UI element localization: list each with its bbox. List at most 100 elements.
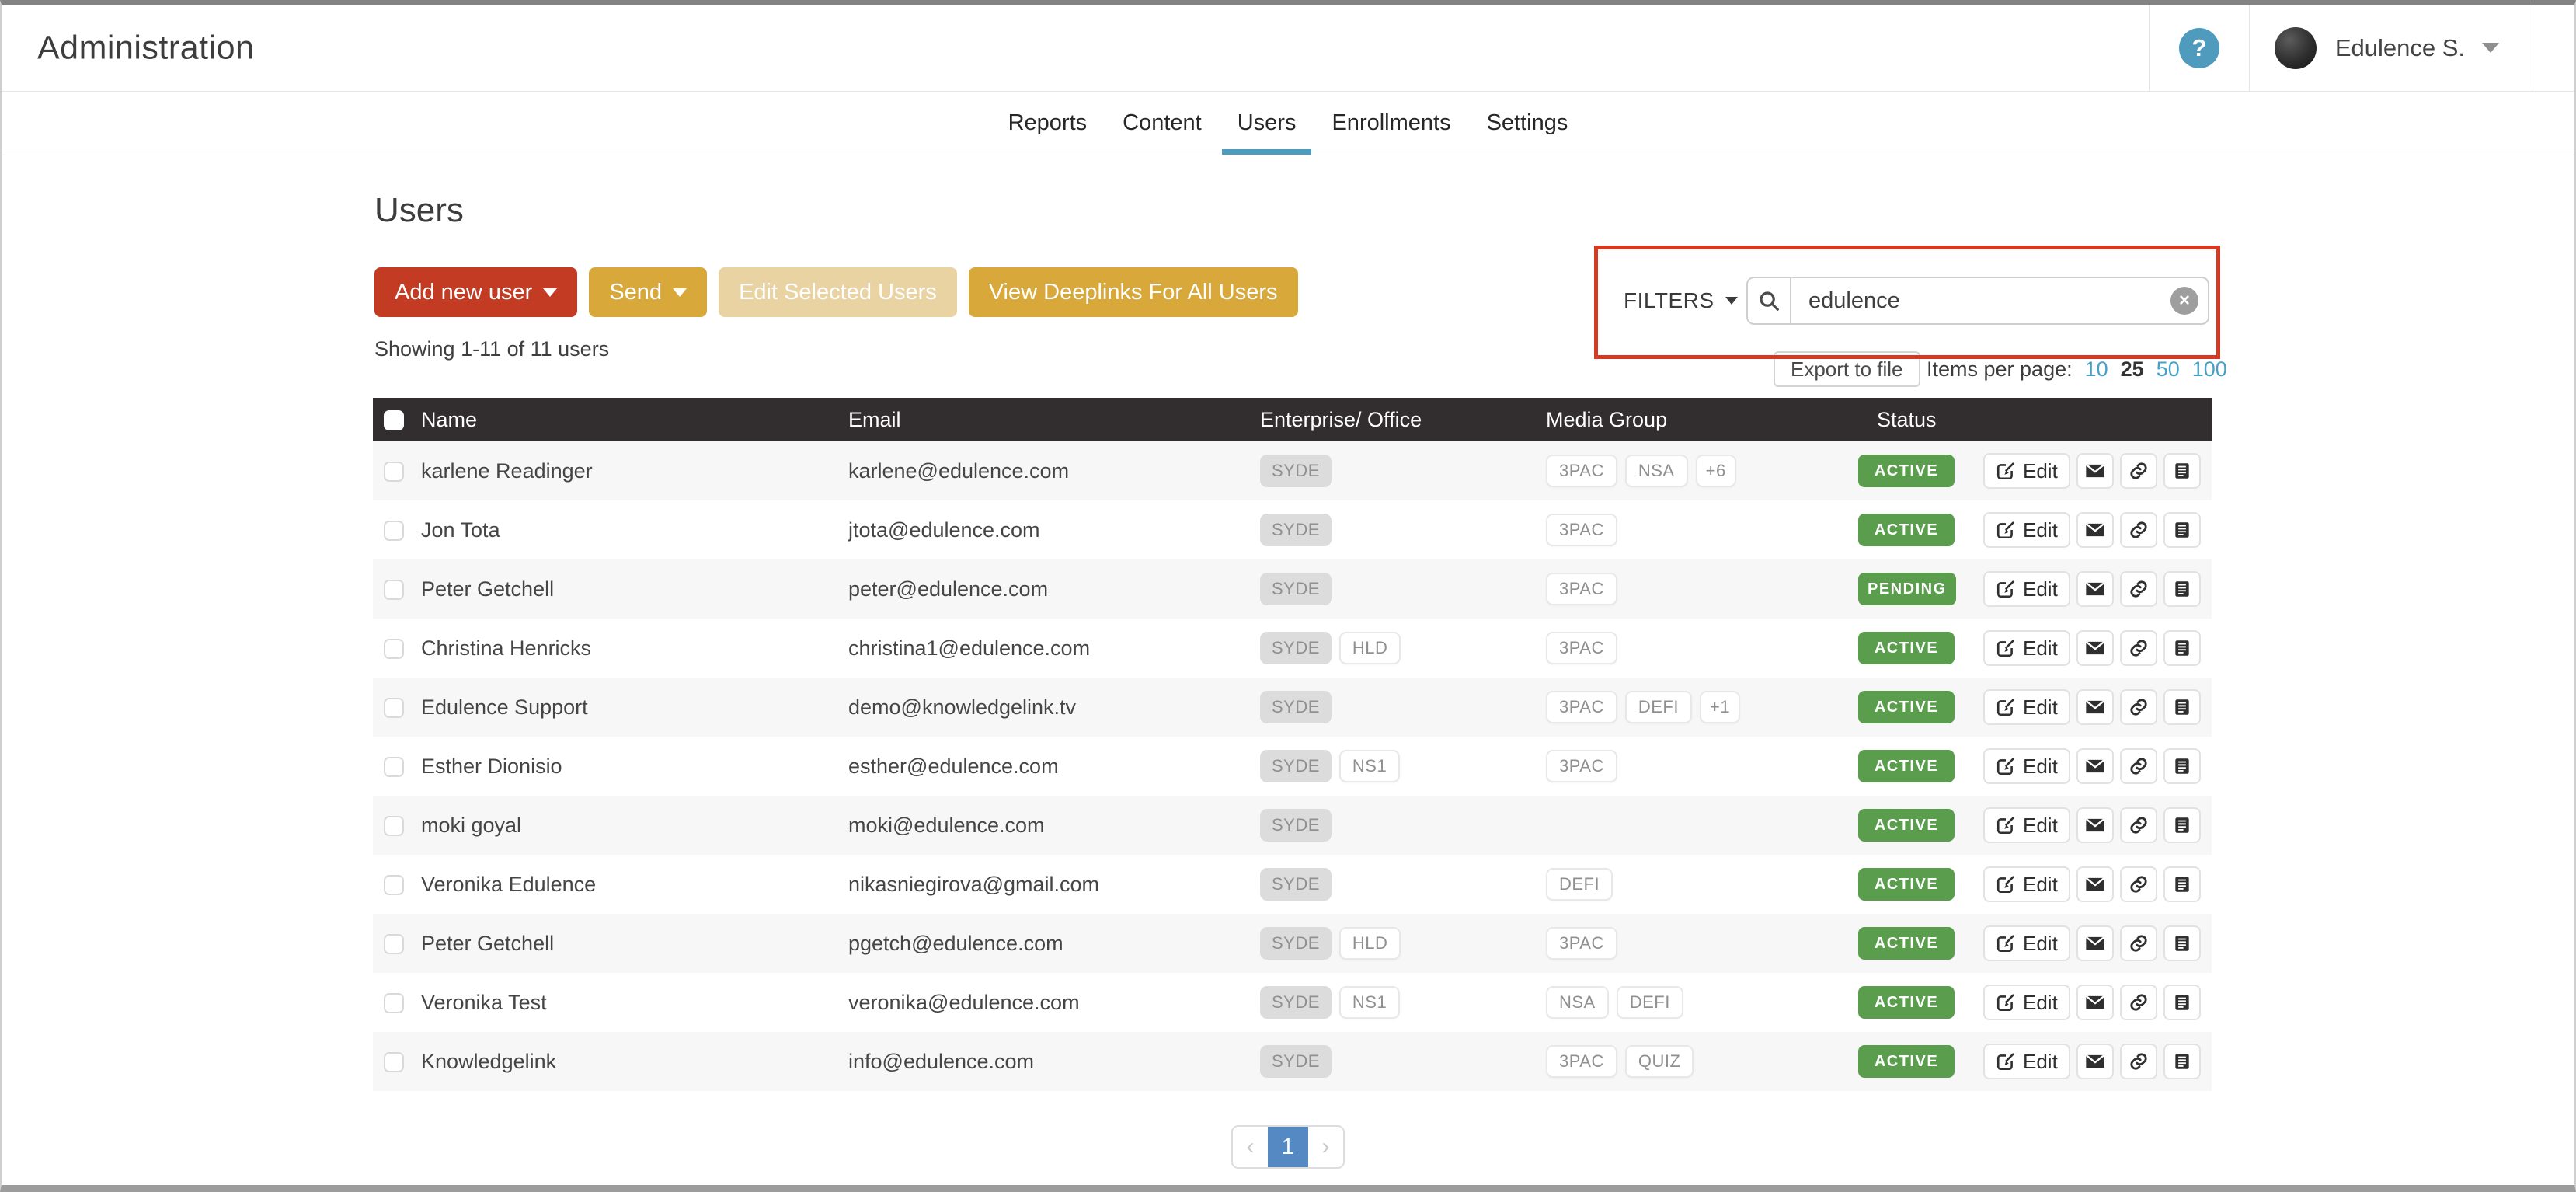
list-icon (2172, 697, 2192, 717)
row-checkbox[interactable] (384, 639, 404, 659)
deeplink-button[interactable] (2120, 925, 2157, 961)
edit-button[interactable]: Edit (1983, 453, 2070, 489)
select-all-checkbox[interactable] (384, 410, 404, 430)
tab-enrollments[interactable]: Enrollments (1316, 92, 1466, 155)
search-input[interactable] (1791, 278, 2208, 323)
email-user-button[interactable] (2076, 453, 2114, 489)
edit-button[interactable]: Edit (1983, 985, 2070, 1020)
user-email: demo@knowledgelink.tv (848, 695, 1260, 720)
email-user-button[interactable] (2076, 985, 2114, 1020)
row-checkbox[interactable] (384, 1052, 404, 1072)
row-checkbox[interactable] (384, 993, 404, 1013)
user-menu[interactable]: Edulence S. (2250, 5, 2532, 91)
row-checkbox[interactable] (384, 816, 404, 836)
clear-search-button[interactable]: ✕ (2170, 287, 2198, 315)
edit-button[interactable]: Edit (1983, 866, 2070, 902)
table-row: moki goyal moki@edulence.com SYDE ACTIVE… (373, 796, 2212, 855)
status-badge: ACTIVE (1858, 455, 1955, 487)
user-details-button[interactable] (2163, 571, 2201, 607)
user-details-button[interactable] (2163, 985, 2201, 1020)
email-user-button[interactable] (2076, 748, 2114, 784)
deeplink-button[interactable] (2120, 571, 2157, 607)
user-email: moki@edulence.com (848, 814, 1260, 838)
filters-dropdown[interactable]: FILTERS (1624, 277, 1738, 325)
deeplink-button[interactable] (2120, 866, 2157, 902)
edit-label: Edit (2023, 755, 2058, 779)
tab-reports[interactable]: Reports (993, 92, 1103, 155)
status-badge: ACTIVE (1858, 986, 1955, 1019)
email-user-button[interactable] (2076, 925, 2114, 961)
email-user-button[interactable] (2076, 630, 2114, 666)
user-details-button[interactable] (2163, 512, 2201, 548)
deeplink-button[interactable] (2120, 985, 2157, 1020)
items-per-page-25[interactable]: 25 (2121, 357, 2144, 382)
edit-label: Edit (2023, 695, 2058, 720)
table-row: Edulence Support demo@knowledgelink.tv S… (373, 678, 2212, 737)
deeplink-button[interactable] (2120, 630, 2157, 666)
media-overflow-badge[interactable]: +6 (1696, 455, 1736, 487)
row-checkbox[interactable] (384, 875, 404, 895)
edit-button[interactable]: Edit (1983, 807, 2070, 843)
media-overflow-badge[interactable]: +1 (1700, 691, 1740, 723)
showing-count-text: Showing 1-11 of 11 users (374, 337, 609, 361)
deeplink-button[interactable] (2120, 748, 2157, 784)
items-per-page-10[interactable]: 10 (2085, 357, 2108, 382)
deeplink-button[interactable] (2120, 689, 2157, 725)
office-badge: SYDE (1260, 1045, 1332, 1078)
tab-users[interactable]: Users (1222, 92, 1312, 155)
export-to-file-button[interactable]: Export to file (1774, 351, 1920, 387)
user-details-button[interactable] (2163, 689, 2201, 725)
user-details-button[interactable] (2163, 453, 2201, 489)
row-checkbox[interactable] (384, 934, 404, 954)
edit-button[interactable]: Edit (1983, 630, 2070, 666)
status-badge: ACTIVE (1858, 691, 1955, 723)
user-details-button[interactable] (2163, 630, 2201, 666)
row-checkbox[interactable] (384, 462, 404, 482)
previous-page-button[interactable]: ‹ (1233, 1127, 1268, 1167)
email-user-button[interactable] (2076, 807, 2114, 843)
tab-content[interactable]: Content (1107, 92, 1217, 155)
edit-button[interactable]: Edit (1983, 925, 2070, 961)
edit-button[interactable]: Edit (1983, 748, 2070, 784)
user-details-button[interactable] (2163, 807, 2201, 843)
user-details-button[interactable] (2163, 925, 2201, 961)
user-details-button[interactable] (2163, 1044, 2201, 1079)
email-user-button[interactable] (2076, 512, 2114, 548)
row-checkbox[interactable] (384, 580, 404, 600)
email-user-button[interactable] (2076, 866, 2114, 902)
next-page-button[interactable]: › (1308, 1127, 1343, 1167)
items-per-page-100[interactable]: 100 (2192, 357, 2227, 382)
row-checkbox[interactable] (384, 698, 404, 718)
edit-button[interactable]: Edit (1983, 689, 2070, 725)
email-user-button[interactable] (2076, 689, 2114, 725)
email-user-button[interactable] (2076, 1044, 2114, 1079)
header-spacer (2532, 5, 2574, 91)
media-badge: NSA (1546, 986, 1609, 1019)
edit-button[interactable]: Edit (1983, 1044, 2070, 1079)
help-button[interactable]: ? (2179, 28, 2219, 68)
user-details-button[interactable] (2163, 866, 2201, 902)
edit-selected-users-button[interactable]: Edit Selected Users (719, 267, 957, 317)
media-badge: 3PAC (1546, 632, 1617, 664)
row-checkbox[interactable] (384, 757, 404, 777)
view-deeplinks-button[interactable]: View Deeplinks For All Users (969, 267, 1298, 317)
page-number-button[interactable]: 1 (1268, 1127, 1308, 1167)
edit-button[interactable]: Edit (1983, 571, 2070, 607)
row-checkbox[interactable] (384, 521, 404, 541)
deeplink-button[interactable] (2120, 807, 2157, 843)
envelope-icon (2084, 460, 2106, 482)
deeplink-button[interactable] (2120, 1044, 2157, 1079)
media-badge: DEFI (1617, 986, 1683, 1019)
user-details-button[interactable] (2163, 748, 2201, 784)
send-button[interactable]: Send (589, 267, 707, 317)
edit-label: Edit (2023, 577, 2058, 601)
tab-settings[interactable]: Settings (1471, 92, 1584, 155)
email-user-button[interactable] (2076, 571, 2114, 607)
media-badge: 3PAC (1546, 455, 1617, 487)
deeplink-button[interactable] (2120, 512, 2157, 548)
edit-button[interactable]: Edit (1983, 512, 2070, 548)
deeplink-button[interactable] (2120, 453, 2157, 489)
office-badge: SYDE (1260, 986, 1332, 1019)
add-new-user-button[interactable]: Add new user (374, 267, 577, 317)
items-per-page-50[interactable]: 50 (2157, 357, 2180, 382)
